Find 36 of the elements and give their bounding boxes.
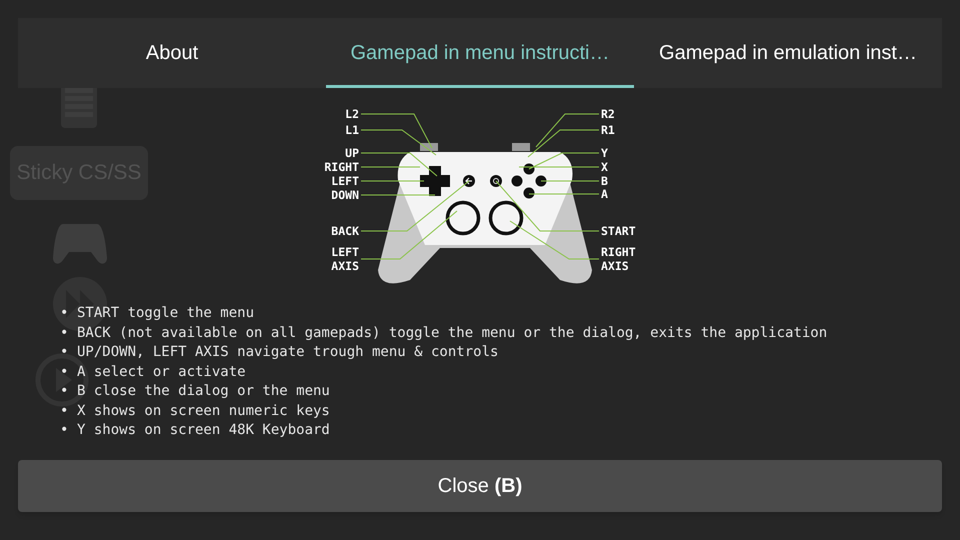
callout-label: R1: [601, 123, 615, 137]
leader-line: [360, 114, 432, 148]
callout-label: BACK: [331, 224, 359, 238]
callout-label: L1: [345, 123, 359, 137]
bullet: •: [60, 304, 70, 323]
tab[interactable]: About: [18, 18, 326, 88]
callout-label: RIGHT AXIS: [601, 245, 636, 273]
bullet: •: [60, 362, 70, 382]
instruction-text: UP/DOWN, LEFT AXIS navigate trough menu & controls: [77, 343, 498, 362]
callout-label: L2: [345, 107, 359, 121]
callout-label: UP: [345, 146, 359, 160]
callout-label: A: [601, 187, 608, 201]
callout-label: X: [601, 160, 608, 174]
callout-label: LEFT AXIS: [331, 245, 359, 273]
bullet: •: [60, 382, 70, 401]
instruction-text: X shows on screen numeric keys: [77, 402, 330, 420]
callout-label: B: [601, 174, 608, 188]
callout-label: RIGHT: [324, 160, 359, 174]
tab[interactable]: Gamepad in menu instructi…: [326, 18, 634, 88]
callout-label: Y: [601, 146, 608, 160]
callout-label: START: [601, 224, 636, 238]
callout-label: R2: [601, 107, 615, 121]
instruction-text: START toggle the menu: [77, 304, 254, 323]
callout-label: LEFT: [331, 174, 359, 188]
callout-label: DOWN: [331, 188, 359, 202]
bullet: •: [60, 421, 70, 440]
instruction-text: Y shows on screen 48K Keyboard: [77, 421, 330, 440]
bullet: •: [60, 402, 70, 420]
leader-line: [536, 114, 600, 148]
close-button[interactable]: Close (B): [18, 460, 942, 512]
instruction-text: BACK (not available on all gamepads) toggle the menu or the dialog, exits the application: [77, 324, 828, 342]
bullet: •: [60, 343, 70, 362]
instruction-text: B close the dialog or the menu: [77, 382, 330, 401]
bullet: •: [60, 324, 70, 342]
instruction-text: A select or activate: [77, 362, 246, 382]
tab[interactable]: Gamepad in emulation inst…: [634, 18, 942, 88]
